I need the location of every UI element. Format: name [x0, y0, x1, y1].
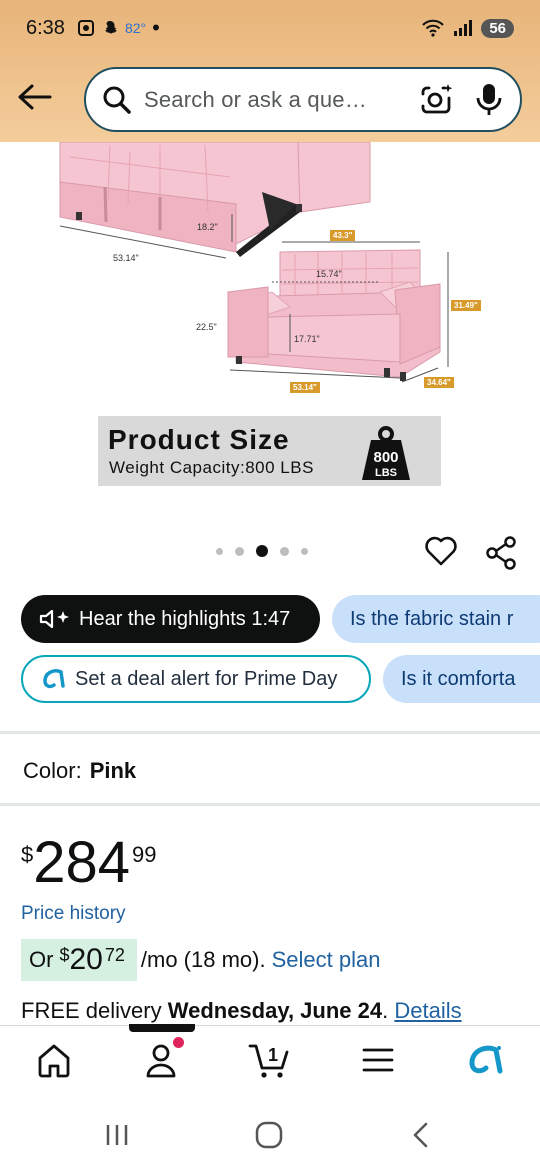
- system-back-icon[interactable]: [408, 1120, 432, 1150]
- product-page: 6:38 82° • 56 Search or ask a que… 18.2"…: [0, 0, 540, 1170]
- camera-lens-icon[interactable]: [418, 82, 454, 118]
- dot-icon: •: [152, 15, 160, 40]
- dimension-label: 18.2": [197, 222, 218, 232]
- price-fraction: 99: [132, 842, 157, 867]
- divider: [0, 731, 540, 734]
- carousel-dots[interactable]: [216, 545, 308, 557]
- speaker-sparkle-icon: [39, 608, 71, 630]
- question-chip-label: Is it comforta: [401, 667, 516, 690]
- dimension-label: 53.14": [113, 253, 139, 263]
- dimension-tag: 34.64": [424, 377, 454, 388]
- home-icon[interactable]: [34, 1040, 74, 1080]
- monthly-prefix: Or: [29, 947, 54, 972]
- color-value: Pink: [89, 758, 137, 783]
- divider: [0, 803, 540, 806]
- status-bar: 6:38 82° • 56: [0, 0, 540, 56]
- search-input[interactable]: Search or ask a que…: [144, 87, 418, 113]
- carousel-dot[interactable]: [216, 547, 223, 555]
- price-history-link[interactable]: Price history: [21, 903, 126, 925]
- delivery-details-link[interactable]: Details: [394, 998, 461, 1023]
- heart-icon[interactable]: [424, 535, 458, 567]
- banner-title: Product Size: [108, 424, 290, 455]
- carousel-dot[interactable]: [235, 546, 244, 556]
- price-whole: 284: [33, 830, 131, 895]
- monthly-whole: 20: [69, 943, 103, 976]
- weight-number: 800: [373, 449, 398, 466]
- monthly-plan: Or $ 20 72 /mo (18 mo). Select plan: [21, 939, 380, 981]
- weather-temp: 82°: [124, 20, 147, 36]
- snapchat-icon: [104, 21, 117, 34]
- notification-dot: [173, 1037, 184, 1048]
- carousel-dot[interactable]: [301, 547, 308, 555]
- color-label: Color:: [23, 758, 82, 783]
- microphone-icon[interactable]: [474, 82, 504, 118]
- monthly-symbol: $: [59, 945, 70, 965]
- home-button-icon[interactable]: [254, 1120, 284, 1150]
- status-right: 56: [421, 18, 514, 38]
- active-tab-indicator: [129, 1024, 195, 1032]
- delivery-prefix: FREE delivery: [21, 998, 162, 1023]
- status-time: 6:38: [26, 16, 65, 39]
- header: 6:38 82° • 56 Search or ask a que…: [0, 0, 540, 142]
- monthly-terms: /mo (18 mo).: [140, 947, 266, 972]
- delivery-info: FREE delivery Wednesday, June 24. Detail…: [21, 998, 462, 1024]
- banner-subtitle: Weight Capacity:800 LBS: [109, 458, 314, 477]
- cart-count: 1: [268, 1045, 278, 1065]
- hear-highlights-label: Hear the highlights 1:47: [79, 607, 291, 630]
- delivery-date: Wednesday, June 24: [167, 998, 383, 1023]
- color-selector[interactable]: Color: Pink: [23, 758, 136, 784]
- recent-apps-icon[interactable]: [104, 1120, 130, 1150]
- dimension-label: 15.74": [316, 269, 342, 279]
- menu-icon[interactable]: [358, 1040, 398, 1080]
- rufus-icon: [41, 668, 67, 690]
- wifi-icon: [422, 19, 445, 37]
- price-symbol: $: [21, 842, 34, 867]
- sofa-bed-view: [59, 141, 371, 257]
- question-chip-label: Is the fabric stain r: [350, 607, 514, 630]
- question-chip[interactable]: Is the fabric stain r: [332, 595, 540, 643]
- battery-indicator: 56: [481, 18, 514, 38]
- back-arrow-icon[interactable]: [14, 80, 54, 114]
- screenshot-icon: [77, 20, 94, 36]
- price: $ 284 99: [21, 830, 157, 896]
- dimension-tag: 31.49": [451, 300, 481, 311]
- monthly-fraction: 72: [104, 945, 125, 965]
- dimension-tag: 43.3": [330, 230, 356, 241]
- delivery-suffix: .: [382, 998, 389, 1023]
- carousel-dot[interactable]: [280, 546, 289, 556]
- dimension-label: 17.71": [294, 334, 320, 344]
- signal-icon: [454, 20, 473, 36]
- weight-unit: LBS: [375, 467, 397, 479]
- rufus-icon[interactable]: [466, 1040, 506, 1080]
- hear-highlights-button[interactable]: Hear the highlights 1:47: [21, 595, 320, 643]
- search-bar[interactable]: Search or ask a que…: [84, 67, 522, 132]
- share-icon[interactable]: [484, 535, 518, 571]
- dimension-label: 22.5": [196, 322, 217, 332]
- question-chip[interactable]: Is it comforta: [383, 655, 540, 703]
- search-icon: [103, 86, 131, 114]
- dimension-tag: 53.14": [290, 382, 320, 393]
- select-plan-link[interactable]: Select plan: [272, 947, 381, 973]
- deal-alert-label: Set a deal alert for Prime Day: [75, 667, 338, 690]
- product-size-banner: Product Size Weight Capacity:800 LBS 800…: [98, 416, 441, 486]
- cart-icon[interactable]: 1: [248, 1040, 292, 1080]
- monthly-price-pill: Or $ 20 72: [21, 939, 137, 981]
- status-notification-icons: 82° •: [77, 15, 160, 40]
- weight-icon: 800 LBS: [362, 426, 410, 480]
- deal-alert-button[interactable]: Set a deal alert for Prime Day: [21, 655, 371, 703]
- carousel-dot-active[interactable]: [256, 545, 268, 557]
